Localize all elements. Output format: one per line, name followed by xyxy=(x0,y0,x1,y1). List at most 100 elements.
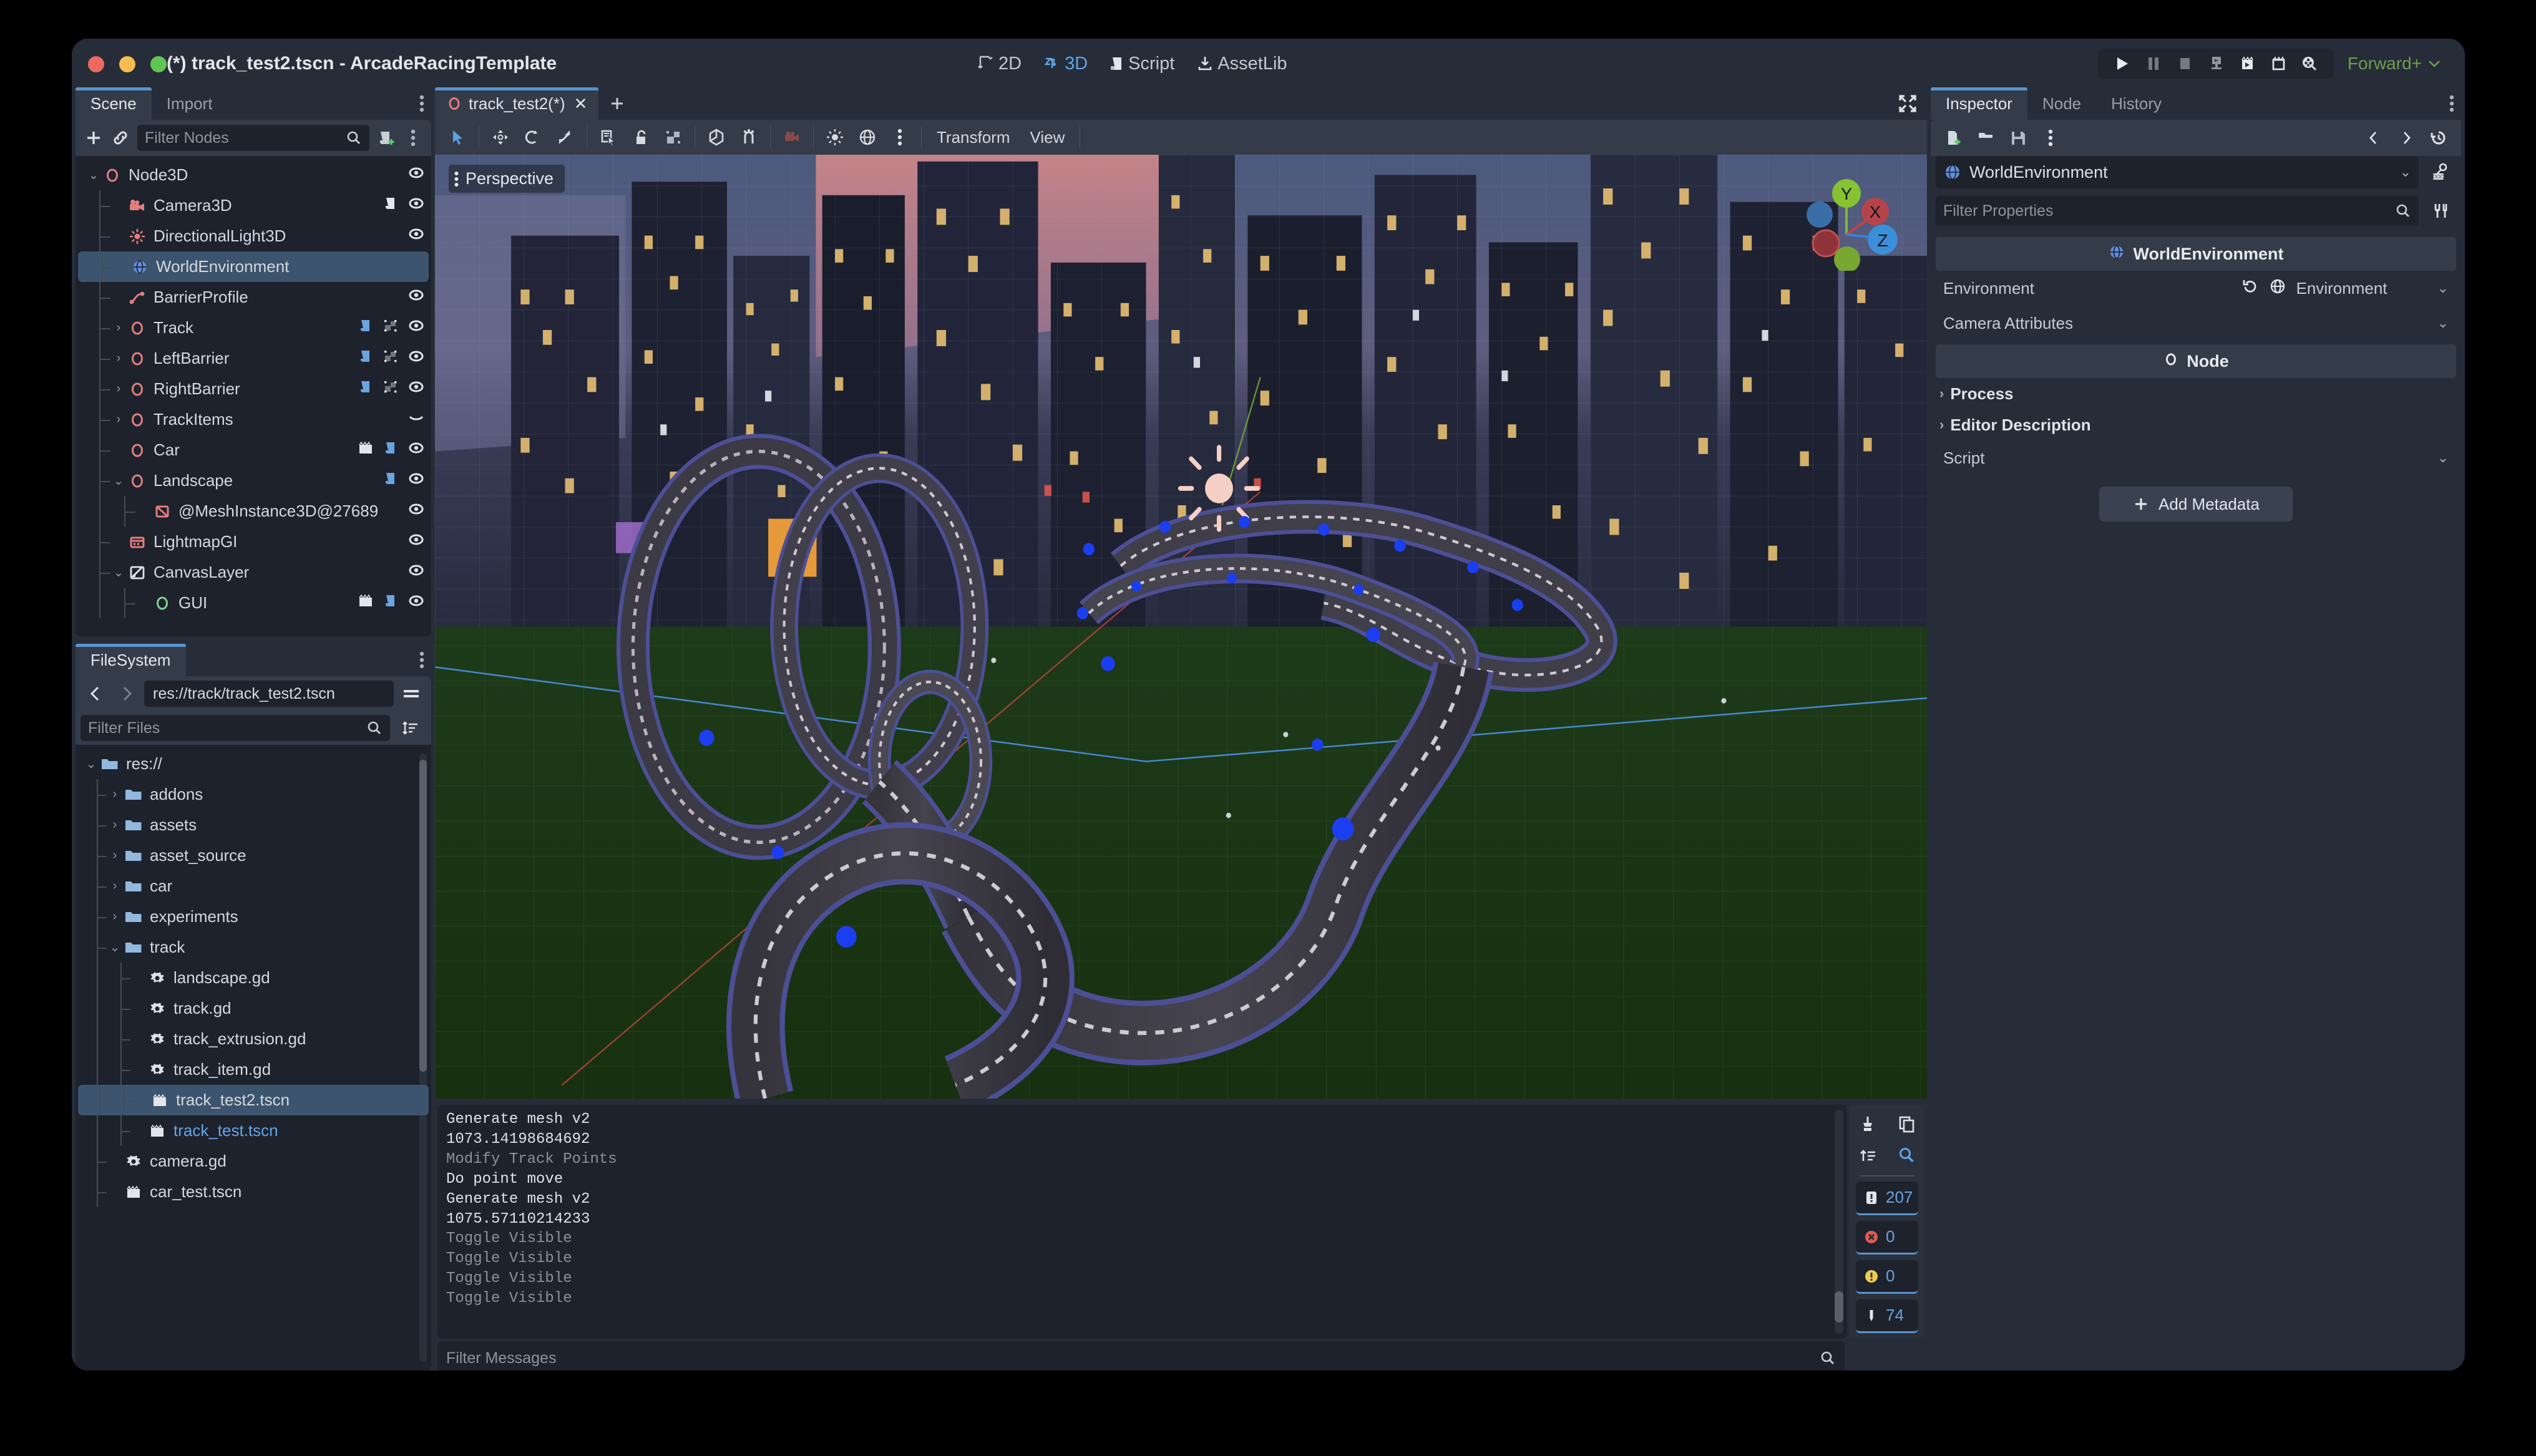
collapse-output-button[interactable] xyxy=(1851,1140,1884,1171)
environment-preview-button[interactable] xyxy=(851,121,884,153)
scene-tree-row[interactable]: ⌄ Landscape xyxy=(76,465,431,496)
chevron-right-icon[interactable]: › xyxy=(107,848,123,863)
error-counter[interactable]: 0 xyxy=(1856,1221,1918,1255)
create-script-button[interactable] xyxy=(373,122,400,154)
inspector-selected-object[interactable]: WorldEnvironment ⌄ xyxy=(1936,156,2419,188)
filter-messages-box[interactable] xyxy=(437,1341,1845,1371)
node-group-button[interactable] xyxy=(383,318,399,338)
filesystem-row[interactable]: track_test.tscn xyxy=(76,1115,431,1146)
chevron-down-icon[interactable]: ⌄ xyxy=(107,939,123,955)
scene-tree-menu-button[interactable] xyxy=(400,122,427,154)
save-resource-button[interactable] xyxy=(2002,122,2034,154)
chevron-down-icon[interactable]: ⌄ xyxy=(2437,450,2449,466)
tab-3d[interactable]: 3D xyxy=(1044,54,1088,74)
tab-filesystem[interactable]: FileSystem xyxy=(76,644,186,676)
scene-tree-row[interactable]: LightmapGI xyxy=(76,527,431,557)
output-scrollbar-thumb[interactable] xyxy=(1835,1291,1843,1323)
pause-button[interactable] xyxy=(2138,49,2169,79)
chevron-right-icon[interactable]: › xyxy=(107,910,123,924)
load-resource-button[interactable] xyxy=(1969,122,2002,154)
tab-import[interactable]: Import xyxy=(152,87,228,120)
filter-files-input[interactable] xyxy=(88,719,366,737)
toggle-visibility-button[interactable] xyxy=(407,378,425,400)
toggle-visibility-button[interactable] xyxy=(407,500,425,522)
renderer-selector[interactable]: Forward+ xyxy=(2348,54,2441,74)
movie-maker-button[interactable] xyxy=(2294,49,2325,79)
tab-inspector[interactable]: Inspector xyxy=(1931,87,2027,120)
filter-nodes-input[interactable] xyxy=(145,129,346,147)
revert-icon[interactable] xyxy=(2241,278,2259,295)
open-script-button[interactable] xyxy=(383,593,399,613)
filesystem-row[interactable]: › assets xyxy=(76,810,431,840)
inspector-menu-button[interactable] xyxy=(2449,87,2461,120)
scene-tree-row[interactable]: WorldEnvironment xyxy=(78,251,429,282)
object-tools-button[interactable] xyxy=(2424,195,2456,227)
filesystem-row[interactable]: › experiments xyxy=(76,901,431,932)
toggle-visibility-button[interactable] xyxy=(407,347,425,369)
play-custom-scene-button[interactable] xyxy=(2263,49,2294,79)
viewport-3d[interactable]: Perspective Y X Z xyxy=(435,155,1927,1099)
filesystem-row[interactable]: track.gd xyxy=(76,993,431,1024)
scene-tree-row[interactable]: DirectionalLight3D xyxy=(76,221,431,251)
minimize-window-button[interactable] xyxy=(119,56,135,72)
filter-messages-input[interactable] xyxy=(446,1349,1820,1367)
group-button[interactable] xyxy=(657,121,690,153)
add-scene-tab-button[interactable] xyxy=(598,87,636,120)
history-menu-button[interactable] xyxy=(2422,122,2455,154)
toggle-visibility-button[interactable] xyxy=(407,164,425,186)
open-scene-button[interactable] xyxy=(358,440,374,460)
log-counter[interactable]: 207 xyxy=(1856,1182,1918,1215)
filesystem-back-button[interactable] xyxy=(82,680,109,707)
chevron-down-icon[interactable]: ⌄ xyxy=(110,565,127,580)
chevron-right-icon[interactable]: › xyxy=(107,787,123,802)
warning-counter[interactable]: 0 xyxy=(1856,1260,1918,1294)
filesystem-row[interactable]: camera.gd xyxy=(76,1146,431,1177)
close-window-button[interactable] xyxy=(88,56,104,72)
scene-tree-row[interactable]: Car xyxy=(76,435,431,465)
scene-tree-row[interactable]: @MeshInstance3D@27689 xyxy=(76,496,431,527)
toggle-visibility-button[interactable] xyxy=(407,439,425,461)
viewport-perspective-menu[interactable]: Perspective xyxy=(449,165,565,193)
filesystem-menu-button[interactable] xyxy=(419,644,431,676)
filesystem-row[interactable]: car_test.tscn xyxy=(76,1177,431,1207)
stop-button[interactable] xyxy=(2169,49,2200,79)
scene-tree-row[interactable]: › TrackItems xyxy=(76,404,431,435)
scene-tree-row[interactable]: Camera3D xyxy=(76,190,431,221)
chevron-right-icon[interactable]: › xyxy=(110,351,127,366)
search-output-button[interactable] xyxy=(1890,1140,1923,1171)
node-group-button[interactable] xyxy=(383,379,399,399)
local-space-button[interactable] xyxy=(700,121,733,153)
tab-history[interactable]: History xyxy=(2096,87,2177,120)
scene-tree-row[interactable]: › Track xyxy=(76,313,431,343)
filter-properties-input[interactable] xyxy=(1943,201,2395,220)
scene-tree-row[interactable]: › RightBarrier xyxy=(76,374,431,404)
play-scene-remote-button[interactable] xyxy=(2200,49,2231,79)
scene-tree-row[interactable]: BarrierProfile xyxy=(76,282,431,313)
open-scene-button[interactable] xyxy=(358,593,374,613)
snap-mode-button[interactable] xyxy=(733,121,765,153)
scene-tree-row[interactable]: ⌄ Node3D xyxy=(76,160,431,190)
filesystem-row[interactable]: ⌄ track xyxy=(76,932,431,963)
editor-counter[interactable]: 74 xyxy=(1856,1299,1918,1333)
node-group-button[interactable] xyxy=(383,348,399,369)
viewport-axis-gizmo[interactable]: Y X Z xyxy=(1787,165,1906,271)
filesystem-row[interactable]: track_extrusion.gd xyxy=(76,1024,431,1054)
toggle-visibility-button[interactable] xyxy=(407,592,425,614)
play-button[interactable] xyxy=(2107,49,2138,79)
add-metadata-button[interactable]: Add Metadata xyxy=(2099,487,2293,522)
inspector-section-header[interactable]: WorldEnvironment xyxy=(1936,237,2456,271)
scene-tree-row[interactable]: GUI xyxy=(76,588,431,618)
scale-mode-button[interactable] xyxy=(549,121,582,153)
open-script-button[interactable] xyxy=(358,379,374,399)
tab-assetlib[interactable]: AssetLib xyxy=(1197,54,1287,74)
clear-output-button[interactable] xyxy=(1851,1109,1884,1140)
chevron-down-icon[interactable]: ⌄ xyxy=(110,473,127,488)
chevron-down-icon[interactable]: ⌄ xyxy=(83,756,99,772)
tab-scene[interactable]: Scene xyxy=(76,87,152,120)
inspector-extra-menu-button[interactable] xyxy=(2034,122,2067,154)
toggle-visibility-button[interactable] xyxy=(407,561,425,583)
filesystem-path-value[interactable]: res://track/track_test2.tscn xyxy=(144,681,394,707)
camera-preview-button[interactable] xyxy=(776,121,808,153)
open-script-button[interactable] xyxy=(358,348,374,369)
copy-output-button[interactable] xyxy=(1890,1109,1923,1140)
